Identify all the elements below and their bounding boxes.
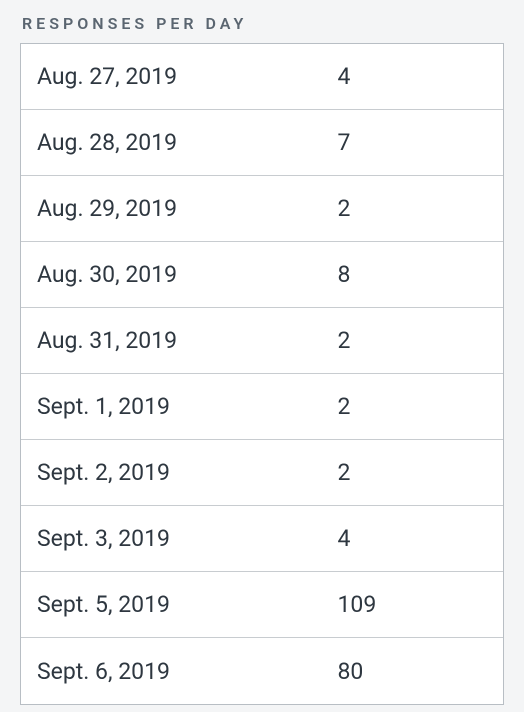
date-cell: Aug. 28, 2019 xyxy=(21,129,329,156)
count-cell: 109 xyxy=(329,591,503,618)
date-cell: Aug. 29, 2019 xyxy=(21,195,329,222)
table-row: Sept. 1, 2019 2 xyxy=(21,374,503,440)
date-cell: Sept. 1, 2019 xyxy=(21,393,329,420)
section-title: RESPONSES PER DAY xyxy=(20,14,504,43)
date-cell: Sept. 5, 2019 xyxy=(21,591,329,618)
table-row: Sept. 3, 2019 4 xyxy=(21,506,503,572)
date-cell: Sept. 3, 2019 xyxy=(21,525,329,552)
date-cell: Aug. 27, 2019 xyxy=(21,63,329,90)
count-cell: 2 xyxy=(329,195,503,222)
count-cell: 4 xyxy=(329,63,503,90)
table-row: Aug. 29, 2019 2 xyxy=(21,176,503,242)
table-row: Aug. 30, 2019 8 xyxy=(21,242,503,308)
responses-table: Aug. 27, 2019 4 Aug. 28, 2019 7 Aug. 29,… xyxy=(20,43,504,705)
count-cell: 4 xyxy=(329,525,503,552)
date-cell: Sept. 6, 2019 xyxy=(21,658,329,685)
count-cell: 2 xyxy=(329,327,503,354)
table-row: Aug. 31, 2019 2 xyxy=(21,308,503,374)
table-row: Sept. 2, 2019 2 xyxy=(21,440,503,506)
table-row: Aug. 28, 2019 7 xyxy=(21,110,503,176)
table-row: Sept. 6, 2019 80 xyxy=(21,638,503,704)
table-row: Aug. 27, 2019 4 xyxy=(21,44,503,110)
date-cell: Sept. 2, 2019 xyxy=(21,459,329,486)
date-cell: Aug. 30, 2019 xyxy=(21,261,329,288)
count-cell: 2 xyxy=(329,459,503,486)
count-cell: 80 xyxy=(329,658,503,685)
count-cell: 8 xyxy=(329,261,503,288)
date-cell: Aug. 31, 2019 xyxy=(21,327,329,354)
table-row: Sept. 5, 2019 109 xyxy=(21,572,503,638)
count-cell: 7 xyxy=(329,129,503,156)
count-cell: 2 xyxy=(329,393,503,420)
